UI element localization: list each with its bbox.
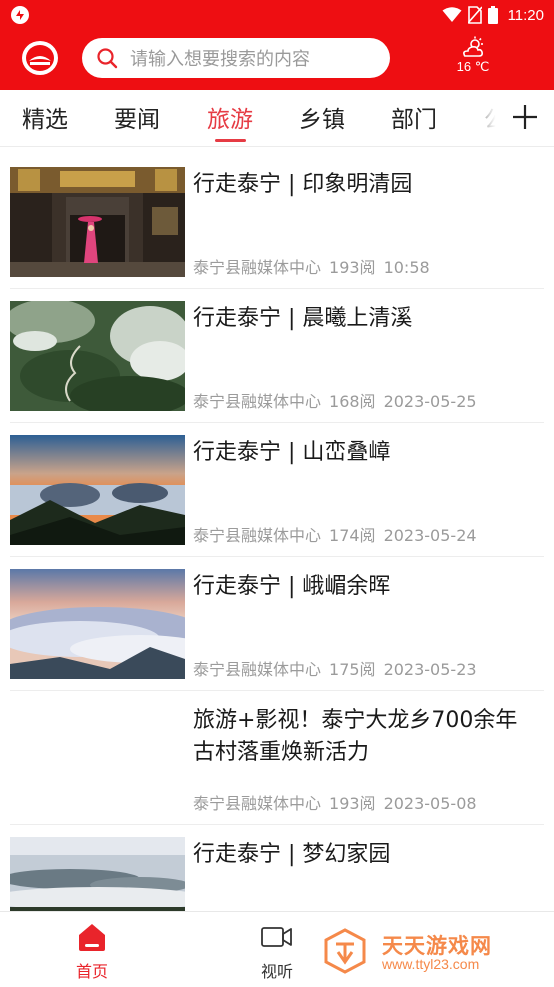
article-title[interactable]: 旅游+影视！泰宁大龙乡700余年古村落重焕新活力 <box>193 705 533 769</box>
article-source: 泰宁县融媒体中心 <box>193 794 322 813</box>
tab-jingxuan[interactable]: 精选 <box>22 100 68 134</box>
article-source: 泰宁县融媒体中心 <box>193 392 322 411</box>
search-bar[interactable]: 请输入想要搜索的内容 <box>82 38 390 78</box>
app-header: 11:20 请输入想要搜索的内容 16 ℃ <box>0 0 554 90</box>
article-source: 泰宁县融媒体中心 <box>193 660 322 679</box>
app-logo[interactable] <box>20 39 60 77</box>
search-icon <box>97 48 118 69</box>
video-camera-icon <box>261 927 292 947</box>
article-title[interactable]: 行走泰宁 | 峨嵋余晖 <box>193 571 533 603</box>
article-source: 泰宁县融媒体中心 <box>193 258 322 277</box>
article-title[interactable]: 行走泰宁 | 印象明清园 <box>193 169 533 201</box>
article-thumbnail[interactable] <box>10 167 185 277</box>
nav-home-label: 首页 <box>75 962 108 981</box>
article-thumbnail[interactable] <box>10 569 185 679</box>
article-meta: 泰宁县融媒体中心 193阅 10:58 <box>193 254 438 278</box>
watermark: 天天游戏网 www.ttyl23.com <box>318 924 518 976</box>
status-bar: 11:20 <box>0 0 554 30</box>
divider <box>10 690 544 691</box>
divider <box>10 288 544 289</box>
article-thumbnail[interactable] <box>10 301 185 411</box>
news-feed: 行走泰宁 | 印象明清园 泰宁县融媒体中心 193阅 10:58 行走泰宁 | 晨曦… <box>0 147 554 911</box>
channel-tabs: 精选 要闻 旅游 乡镇 部门 公 <box>0 90 554 147</box>
article-time: 2023-05-23 <box>383 660 477 679</box>
app-notification-icon <box>11 6 29 24</box>
tab-bumen[interactable]: 部门 <box>391 100 437 134</box>
search-placeholder: 请输入想要搜索的内容 <box>130 49 310 70</box>
article-reads: 175阅 <box>329 660 376 679</box>
article-reads: 174阅 <box>329 526 376 545</box>
divider <box>10 556 544 557</box>
wifi-icon <box>442 7 462 22</box>
no-sim-icon <box>467 6 482 24</box>
article-title[interactable]: 行走泰宁 | 晨曦上清溪 <box>193 303 533 335</box>
watermark-logo-icon <box>324 928 366 974</box>
partly-cloudy-icon <box>463 36 483 57</box>
tab-lvyou[interactable]: 旅游 <box>207 100 253 134</box>
article-meta: 泰宁县融媒体中心 174阅 2023-05-24 <box>193 522 485 546</box>
status-time: 11:20 <box>507 6 544 24</box>
active-tab-indicator <box>215 139 246 142</box>
article-meta: 泰宁县融媒体中心 175阅 2023-05-23 <box>193 656 485 680</box>
article-time: 10:58 <box>383 258 430 277</box>
article-meta: 泰宁县融媒体中心 168阅 2023-05-25 <box>193 388 485 412</box>
divider <box>10 422 544 423</box>
battery-icon <box>487 6 498 24</box>
weather-widget[interactable]: 16 ℃ <box>446 36 500 75</box>
article-time: 2023-05-24 <box>383 526 477 545</box>
tab-fade <box>462 90 510 146</box>
nav-home[interactable]: 首页 <box>47 922 137 982</box>
article-reads: 193阅 <box>329 258 376 277</box>
article-title[interactable]: 行走泰宁 | 梦幻家园 <box>193 839 533 871</box>
article-meta: 泰宁县融媒体中心 193阅 2023-05-08 <box>193 790 485 814</box>
add-channel-icon[interactable] <box>510 102 540 132</box>
nav-video[interactable]: 视听 <box>232 922 322 982</box>
tab-yaowen[interactable]: 要闻 <box>114 100 160 134</box>
article-thumbnail[interactable] <box>10 837 185 911</box>
divider <box>10 824 544 825</box>
article-title[interactable]: 行走泰宁 | 山峦叠嶂 <box>193 437 533 469</box>
weather-temperature: 16 ℃ <box>456 59 490 74</box>
article-reads: 193阅 <box>329 794 376 813</box>
home-icon <box>79 924 105 951</box>
article-time: 2023-05-08 <box>383 794 477 813</box>
nav-video-label: 视听 <box>260 962 293 981</box>
article-reads: 168阅 <box>329 392 376 411</box>
watermark-url: www.ttyl23.com <box>382 956 480 972</box>
article-source: 泰宁县融媒体中心 <box>193 526 322 545</box>
article-time: 2023-05-25 <box>383 392 477 411</box>
tab-xiangzhen[interactable]: 乡镇 <box>299 100 345 134</box>
article-thumbnail[interactable] <box>10 435 185 545</box>
